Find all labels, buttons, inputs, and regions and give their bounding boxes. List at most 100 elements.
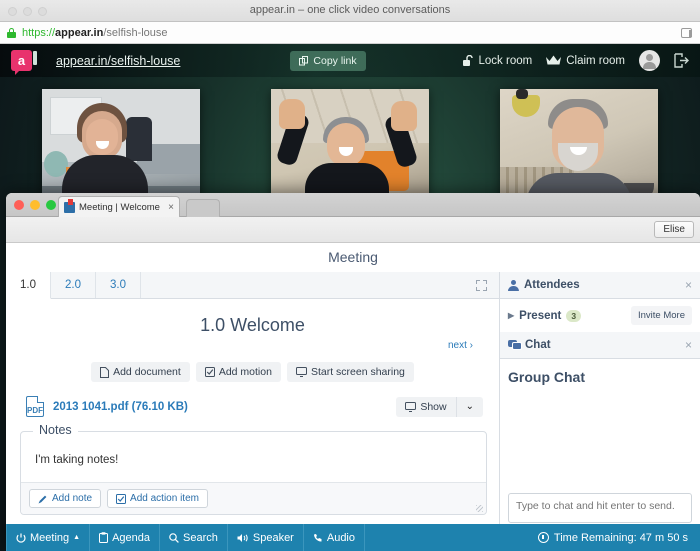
clipboard-icon xyxy=(99,532,109,543)
add-motion-label: Add motion xyxy=(218,366,272,378)
document-row: PDF 2013 1041.pdf (76.10 KB) Show ⌄ xyxy=(6,382,499,417)
checkbox-icon xyxy=(204,367,215,377)
appear-logo-icon[interactable]: a xyxy=(11,50,32,75)
agenda-pane: 1.0 2.0 3.0 1.0 Welcome next › Add docum… xyxy=(6,272,500,551)
meeting-window-toolbar: Elise xyxy=(6,217,700,243)
statusbar-item-speaker[interactable]: Speaker xyxy=(228,524,304,551)
present-count-badge: 3 xyxy=(566,309,582,322)
appear-topbar: a appear.in/selfish-louse Copy link Lock… xyxy=(0,44,700,77)
start-screen-sharing-button[interactable]: Start screen sharing xyxy=(286,362,414,382)
user-menu-button[interactable]: Elise xyxy=(654,221,694,238)
notes-panel: Notes I'm taking notes! Add note Add act… xyxy=(20,423,487,515)
add-document-button[interactable]: Add document xyxy=(91,362,190,382)
attendees-title-group: Attendees xyxy=(508,279,685,291)
speaker-icon xyxy=(237,533,248,542)
show-document-button[interactable]: Show xyxy=(396,396,456,417)
reader-view-icon[interactable] xyxy=(681,28,692,38)
avatar-icon[interactable] xyxy=(639,50,660,71)
meeting-window-controls[interactable] xyxy=(14,200,56,210)
url-host: appear.in xyxy=(55,26,104,39)
statusbar-meeting-label: Meeting xyxy=(30,531,70,544)
lock-room-label: Lock room xyxy=(478,54,533,67)
tab-1-0[interactable]: 1.0 xyxy=(6,272,51,299)
statusbar-speaker-label: Speaker xyxy=(252,531,294,544)
monitor-icon xyxy=(405,401,417,412)
statusbar-audio-label: Audio xyxy=(326,531,355,544)
chat-icon xyxy=(508,340,522,350)
meeting-tab[interactable]: Meeting | Welcome × xyxy=(58,196,180,217)
attendees-title: Attendees xyxy=(524,279,580,291)
url-scheme: https:// xyxy=(22,26,56,39)
video-tile-participant-1[interactable] xyxy=(42,89,200,207)
padlock-open-icon xyxy=(462,54,473,66)
browser-urlbar[interactable]: https://appear.in/selfish-louse xyxy=(0,22,700,44)
attendees-panel-header: Attendees × xyxy=(500,272,700,299)
copy-link-label: Copy link xyxy=(313,54,357,67)
add-action-item-label: Add action item xyxy=(130,493,199,504)
add-motion-button[interactable]: Add motion xyxy=(195,362,281,382)
meeting-close-button[interactable] xyxy=(14,200,24,210)
close-icon[interactable]: × xyxy=(685,338,692,352)
copy-link-button[interactable]: Copy link xyxy=(290,50,366,71)
pdf-icon-label: PDF xyxy=(27,406,43,415)
screenshot-root: appear.in – one click video conversation… xyxy=(0,0,700,551)
document-name-link[interactable]: 2013 1041.pdf (76.10 KB) xyxy=(53,401,188,413)
claim-room-button[interactable]: Claim room xyxy=(546,55,625,67)
agenda-item-title: 1.0 Welcome xyxy=(200,315,305,335)
statusbar: Meeting ▲ Agenda Search Speaker Audio Ti… xyxy=(6,524,700,551)
notes-footer: Add note Add action item xyxy=(21,482,486,514)
show-document-label: Show xyxy=(420,400,447,413)
chevron-right-icon: ▶ xyxy=(508,311,515,320)
checkbox-icon xyxy=(116,493,127,504)
add-action-item-button[interactable]: Add action item xyxy=(107,489,208,508)
tab-2-0[interactable]: 2.0 xyxy=(51,272,96,298)
expand-icon[interactable] xyxy=(476,280,487,291)
add-note-label: Add note xyxy=(52,493,93,504)
tab-3-0[interactable]: 3.0 xyxy=(96,272,141,298)
close-icon[interactable]: × xyxy=(685,278,692,292)
document-show-group: Show ⌄ xyxy=(396,396,483,417)
notes-text[interactable]: I'm taking notes! xyxy=(21,432,486,482)
url-text[interactable]: https://appear.in/selfish-louse xyxy=(22,27,168,39)
crown-icon xyxy=(546,55,562,65)
statusbar-item-agenda[interactable]: Agenda xyxy=(90,524,161,551)
search-icon xyxy=(169,532,179,543)
statusbar-item-audio[interactable]: Audio xyxy=(304,524,365,551)
chat-title: Chat xyxy=(525,339,551,351)
video-tile-participant-3[interactable] xyxy=(500,89,658,207)
video-tile-participant-2[interactable] xyxy=(271,89,429,207)
copy-icon xyxy=(299,55,309,65)
pencil-icon xyxy=(38,495,47,503)
exit-icon[interactable] xyxy=(674,53,689,68)
next-link[interactable]: next › xyxy=(6,340,499,351)
meeting-minimize-button[interactable] xyxy=(30,200,40,210)
phone-icon xyxy=(313,533,322,542)
meeting-window-tabbar: Meeting | Welcome × xyxy=(6,193,700,217)
agenda-tabs: 1.0 2.0 3.0 xyxy=(6,272,499,299)
room-url-link[interactable]: appear.in/selfish-louse xyxy=(56,54,180,68)
appear-logo-bar xyxy=(33,51,37,65)
close-icon[interactable]: × xyxy=(168,202,174,213)
start-screen-sharing-label: Start screen sharing xyxy=(310,366,405,378)
lock-room-button[interactable]: Lock room xyxy=(462,54,533,67)
statusbar-agenda-label: Agenda xyxy=(112,531,151,544)
meeting-tab-title: Meeting | Welcome xyxy=(79,201,160,213)
resize-grip-icon[interactable] xyxy=(476,505,483,512)
chat-input[interactable] xyxy=(508,493,692,523)
claim-room-label: Claim room xyxy=(566,54,625,67)
statusbar-item-meeting[interactable]: Meeting ▲ xyxy=(6,524,91,551)
present-toggle[interactable]: ▶ Present 3 xyxy=(508,309,582,322)
meeting-maximize-button[interactable] xyxy=(46,200,56,210)
chevron-down-icon[interactable]: ⌄ xyxy=(455,396,483,417)
chat-messages-area xyxy=(500,385,700,493)
invite-more-button[interactable]: Invite More xyxy=(631,306,692,325)
appear-topbar-actions: Lock room Claim room xyxy=(462,50,700,71)
chat-panel-header: Chat × xyxy=(500,332,700,359)
person-icon xyxy=(508,279,519,291)
new-tab-icon[interactable] xyxy=(186,199,220,217)
statusbar-item-search[interactable]: Search xyxy=(160,524,228,551)
chat-title-group: Chat xyxy=(508,339,685,351)
meeting-app-window: Meeting | Welcome × Elise Meeting 1.0 2.… xyxy=(6,193,700,551)
present-label: Present xyxy=(519,309,562,322)
add-note-button[interactable]: Add note xyxy=(29,489,102,508)
